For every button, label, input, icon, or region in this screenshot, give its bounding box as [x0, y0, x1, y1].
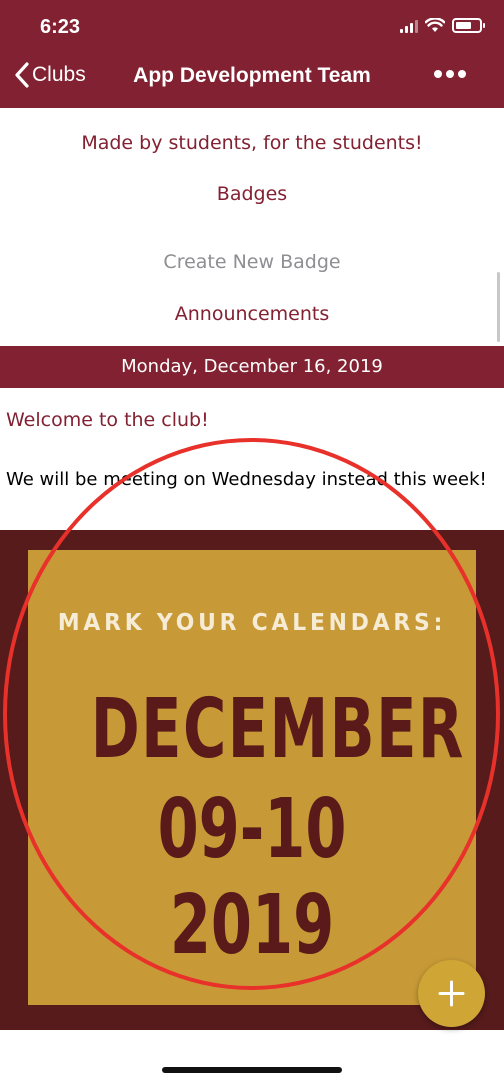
- signal-icon: [400, 19, 418, 33]
- poster-days: 09-10: [157, 782, 347, 877]
- more-button[interactable]: [434, 70, 466, 78]
- club-tagline: Made by students, for the students!: [81, 132, 423, 154]
- status-time: 6:23: [40, 16, 81, 38]
- wifi-icon: [425, 18, 445, 32]
- badges-heading: Badges: [216, 183, 288, 205]
- header: 6:23 Clubs App Development Team: [0, 0, 504, 108]
- poster-heading: MARK YOUR CALENDARS:: [57, 610, 447, 636]
- announcement-date-bar: Monday, December 16, 2019: [0, 346, 504, 388]
- poster-card: MARK YOUR CALENDARS: DECEMBER 09-10 2019: [28, 550, 476, 1005]
- add-button[interactable]: [418, 960, 485, 1027]
- create-badge-button[interactable]: Create New Badge: [0, 251, 504, 273]
- announcements-heading: Announcements: [174, 303, 330, 325]
- announcement-title: Welcome to the club!: [6, 409, 209, 431]
- scroll-indicator[interactable]: [497, 272, 500, 342]
- announcement-body: We will be meeting on Wednesday instead …: [6, 469, 487, 490]
- poster-year: 2019: [169, 878, 335, 973]
- status-icons: [400, 18, 485, 33]
- plus-icon: [438, 980, 465, 1007]
- battery-icon: [452, 18, 485, 33]
- poster-month: DECEMBER: [90, 682, 465, 777]
- home-indicator[interactable]: [162, 1067, 342, 1073]
- more-horizontal-icon: [434, 70, 442, 78]
- page-title: App Development Team: [133, 64, 371, 87]
- announcement-image: MARK YOUR CALENDARS: DECEMBER 09-10 2019: [0, 530, 504, 1030]
